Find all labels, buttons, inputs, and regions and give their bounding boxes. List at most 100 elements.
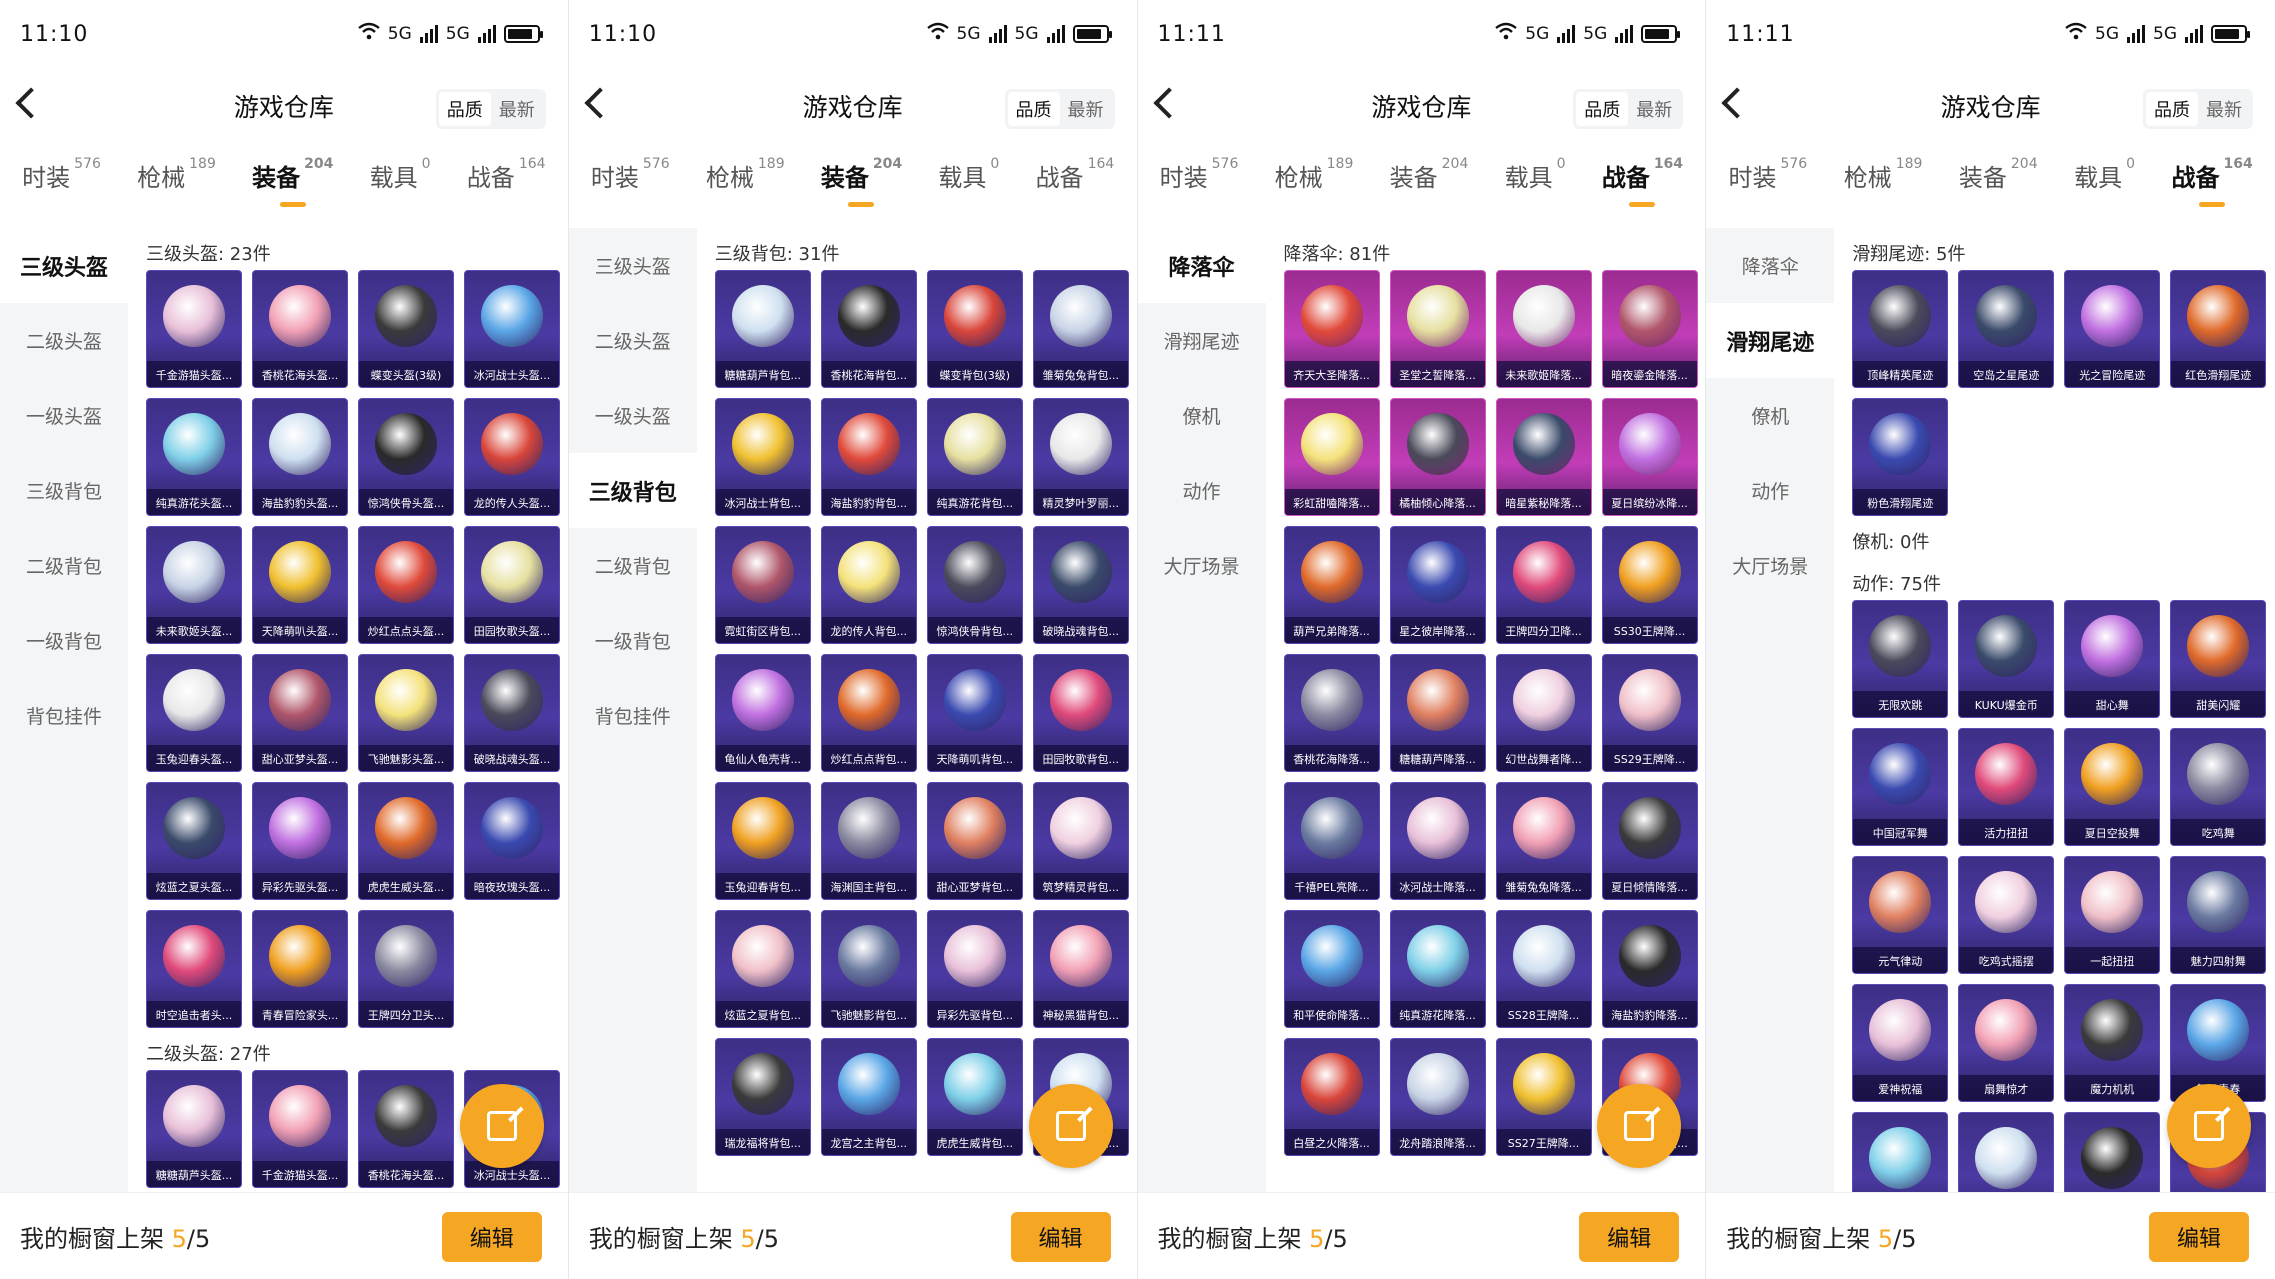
sort-newest-button[interactable]: 最新 bbox=[491, 92, 543, 126]
tab-0[interactable]: 时装 576 bbox=[591, 156, 670, 193]
tab-1[interactable]: 枪械 189 bbox=[1275, 156, 1354, 193]
item-card[interactable]: 破晓战魂背包... bbox=[1032, 526, 1129, 644]
item-card[interactable]: 夏日空投舞 bbox=[2064, 728, 2161, 846]
item-card[interactable]: 王牌四分卫降... bbox=[1495, 526, 1592, 644]
tab-4[interactable]: 战备 164 bbox=[467, 156, 546, 193]
item-card[interactable]: 田园牧歌头盔... bbox=[464, 526, 560, 644]
item-card[interactable]: 光之冒险尾迹 bbox=[2064, 270, 2161, 388]
item-card[interactable]: 活力扭扭 bbox=[1958, 728, 2055, 846]
item-card[interactable]: 青春冒险家头... bbox=[252, 910, 348, 1028]
tab-1[interactable]: 枪械 189 bbox=[706, 156, 785, 193]
item-card[interactable]: 暗夜鎏金降落... bbox=[1601, 270, 1698, 388]
item-card[interactable]: 糖糖葫芦背包... bbox=[714, 270, 811, 388]
item-card[interactable]: 一起扭扭 bbox=[2064, 856, 2161, 974]
tab-3[interactable]: 载具 0 bbox=[938, 156, 999, 193]
item-card[interactable]: 夏日倾情降落... bbox=[1601, 782, 1698, 900]
tab-0[interactable]: 时装 576 bbox=[1160, 156, 1239, 193]
tab-0[interactable]: 时装 576 bbox=[22, 156, 101, 193]
item-card[interactable]: 虎虎生威头盔... bbox=[358, 782, 454, 900]
sidebar-item[interactable]: 三级头盔 bbox=[569, 228, 697, 303]
item-card[interactable]: 惊鸿侠骨头盔... bbox=[358, 398, 454, 516]
sidebar-item[interactable]: 二级背包 bbox=[569, 528, 697, 603]
tab-1[interactable]: 枪械 189 bbox=[137, 156, 216, 193]
item-card[interactable]: 瑞龙福将背包... bbox=[714, 1038, 811, 1156]
item-card[interactable]: 齐天大圣降落... bbox=[1283, 270, 1380, 388]
item-card[interactable]: 霹雳舞步 bbox=[1852, 1112, 1949, 1192]
share-button[interactable] bbox=[1597, 1084, 1682, 1168]
item-card[interactable]: 糖糖葫芦头盔... bbox=[146, 1070, 242, 1188]
item-card[interactable]: 龙的传人背包... bbox=[820, 526, 917, 644]
sort-newest-button[interactable]: 最新 bbox=[1060, 92, 1112, 126]
item-card[interactable]: 天降萌叽背包... bbox=[926, 654, 1023, 772]
item-card[interactable]: 元气律动 bbox=[1852, 856, 1949, 974]
sidebar-item[interactable]: 降落伞 bbox=[1137, 228, 1266, 303]
item-card[interactable]: 冰河战士头盔... bbox=[464, 270, 560, 388]
sidebar-item[interactable]: 二级背包 bbox=[0, 528, 128, 603]
sort-quality-button[interactable]: 品质 bbox=[1007, 92, 1060, 126]
item-card[interactable]: 和平使命降落... bbox=[1283, 910, 1380, 1028]
item-card[interactable]: 红色滑翔尾迹 bbox=[2170, 270, 2267, 388]
tab-2[interactable]: 装备 204 bbox=[1390, 156, 1469, 193]
item-card[interactable]: 香桃花海背包... bbox=[820, 270, 917, 388]
share-button[interactable] bbox=[459, 1084, 544, 1168]
item-card[interactable]: 破晓战魂头盔... bbox=[464, 654, 560, 772]
item-card[interactable]: 炒红点点背包... bbox=[820, 654, 917, 772]
item-card[interactable]: 异彩先驱背包... bbox=[926, 910, 1023, 1028]
edit-button[interactable]: 编辑 bbox=[2149, 1212, 2249, 1262]
sidebar-item[interactable]: 背包挂件 bbox=[0, 678, 128, 753]
item-card[interactable]: 无限欢跳 bbox=[1852, 600, 1949, 718]
sort-newest-button[interactable]: 最新 bbox=[1628, 92, 1680, 126]
edit-button[interactable]: 编辑 bbox=[441, 1212, 542, 1262]
item-card[interactable]: 香桃花海头盔... bbox=[252, 270, 348, 388]
item-card[interactable]: 空岛之星尾迹 bbox=[1958, 270, 2055, 388]
item-card[interactable]: 飞驰魅影头盔... bbox=[358, 654, 454, 772]
share-button[interactable] bbox=[1028, 1084, 1113, 1168]
item-card[interactable]: 冰河战士降落... bbox=[1389, 782, 1486, 900]
item-card[interactable]: 神秘黑猫背包... bbox=[1032, 910, 1129, 1028]
sidebar-item[interactable]: 三级背包 bbox=[0, 453, 128, 528]
item-card[interactable]: 海盐豹豹头盔... bbox=[252, 398, 348, 516]
item-card[interactable]: 玉兔迎春背包... bbox=[714, 782, 811, 900]
share-button[interactable] bbox=[2167, 1084, 2251, 1168]
tab-2[interactable]: 装备 204 bbox=[1959, 156, 2038, 193]
item-card[interactable]: 雏菊兔兔降落... bbox=[1495, 782, 1592, 900]
item-card[interactable]: 纯真游花降落... bbox=[1389, 910, 1486, 1028]
item-card[interactable]: 炒红点点头盔... bbox=[358, 526, 454, 644]
item-card[interactable]: 筑梦精灵背包... bbox=[1032, 782, 1129, 900]
sidebar-item[interactable]: 一级头盔 bbox=[569, 378, 697, 453]
item-card[interactable]: 白昼之火降落... bbox=[1283, 1038, 1380, 1156]
item-card[interactable]: 异彩先驱头盔... bbox=[252, 782, 348, 900]
item-card[interactable]: 圣堂之誓降落... bbox=[1389, 270, 1486, 388]
sidebar-item[interactable]: 动作 bbox=[1706, 453, 1834, 528]
item-card[interactable]: 夏日缤纷冰降... bbox=[1601, 398, 1698, 516]
item-card[interactable]: 纯真游花头盔... bbox=[146, 398, 242, 516]
item-card[interactable]: 星之彼岸降落... bbox=[1389, 526, 1486, 644]
item-card[interactable]: 彩虹甜嗑降落... bbox=[1283, 398, 1380, 516]
item-card[interactable]: 吃鸡式摇摆 bbox=[1958, 856, 2055, 974]
item-card[interactable]: 纯真游花背包... bbox=[926, 398, 1023, 516]
sort-quality-button[interactable]: 品质 bbox=[438, 92, 491, 126]
edit-button[interactable]: 编辑 bbox=[1010, 1212, 1111, 1262]
tab-4[interactable]: 战备 164 bbox=[1602, 156, 1683, 207]
tab-2[interactable]: 装备 204 bbox=[821, 156, 902, 207]
item-card[interactable]: 橘柚倾心降落... bbox=[1389, 398, 1486, 516]
item-card[interactable]: 甜心舞 bbox=[2064, 600, 2161, 718]
item-card[interactable]: 龙宫之主背包... bbox=[820, 1038, 917, 1156]
sidebar-item[interactable]: 僚机 bbox=[1706, 378, 1834, 453]
tab-3[interactable]: 载具 0 bbox=[1505, 156, 1566, 193]
item-card[interactable]: 炫蓝之夏背包... bbox=[714, 910, 811, 1028]
item-card[interactable]: 香桃花海降落... bbox=[1283, 654, 1380, 772]
item-card[interactable]: 千金游猫头盔... bbox=[252, 1070, 348, 1188]
item-card[interactable]: 炫蓝之夏头盔... bbox=[146, 782, 242, 900]
item-card[interactable]: 魔力机机 bbox=[2064, 984, 2161, 1102]
sidebar-item[interactable]: 三级背包 bbox=[568, 453, 697, 528]
item-card[interactable]: 冰河战士背包... bbox=[714, 398, 811, 516]
item-card[interactable]: 海渊国主背包... bbox=[820, 782, 917, 900]
sidebar-item[interactable]: 二级头盔 bbox=[0, 303, 128, 378]
sidebar-item[interactable]: 一级背包 bbox=[569, 603, 697, 678]
item-card[interactable]: 葫芦兄弟降落... bbox=[1283, 526, 1380, 644]
item-card[interactable]: 蝶变头盔(3级) bbox=[358, 270, 454, 388]
item-card[interactable]: 龙舟踏浪降落... bbox=[1389, 1038, 1486, 1156]
item-card[interactable]: 千禧PEL亮降... bbox=[1283, 782, 1380, 900]
item-card[interactable]: 田园牧歌背包... bbox=[1032, 654, 1129, 772]
